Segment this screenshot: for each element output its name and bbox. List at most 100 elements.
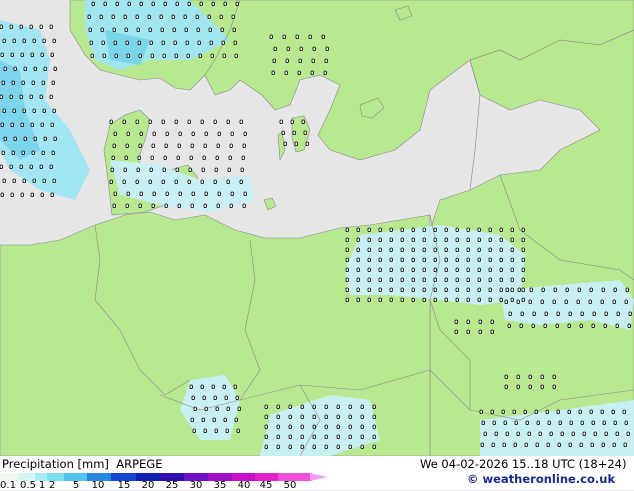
- rain-marker: [591, 323, 595, 328]
- rain-marker: [200, 179, 204, 184]
- rain-marker: [50, 122, 54, 127]
- rain-marker: [367, 247, 371, 252]
- rain-marker: [271, 70, 275, 75]
- rain-marker: [504, 384, 508, 389]
- rain-marker: [601, 442, 605, 447]
- rain-marker: [389, 247, 393, 252]
- rain-marker: [236, 428, 240, 433]
- rain-marker: [455, 277, 459, 282]
- rain-marker: [50, 52, 54, 57]
- rain-marker: [433, 257, 437, 262]
- rain-marker: [214, 428, 218, 433]
- rain-marker: [10, 192, 14, 197]
- rain-marker: [300, 404, 304, 409]
- rain-marker: [324, 404, 328, 409]
- rain-marker: [490, 319, 494, 324]
- rain-marker: [360, 444, 364, 449]
- rain-marker: [162, 167, 166, 172]
- rain-marker: [528, 374, 532, 379]
- rain-marker: [312, 404, 316, 409]
- rain-marker: [501, 409, 505, 414]
- rain-marker: [510, 257, 514, 262]
- rain-marker: [336, 404, 340, 409]
- rain-marker: [3, 136, 7, 141]
- rain-marker: [210, 53, 214, 58]
- rain-marker: [310, 70, 314, 75]
- rain-marker: [50, 192, 54, 197]
- rain-marker: [624, 299, 628, 304]
- rain-marker: [111, 14, 115, 19]
- rain-marker: [612, 299, 616, 304]
- rain-marker: [513, 442, 517, 447]
- rain-marker: [411, 287, 415, 292]
- rain-marker: [611, 409, 615, 414]
- rain-marker: [444, 297, 448, 302]
- rain-marker: [356, 297, 360, 302]
- rain-marker: [324, 424, 328, 429]
- rain-marker: [51, 150, 55, 155]
- rain-marker: [114, 53, 118, 58]
- rain-marker: [264, 414, 268, 419]
- rain-marker: [422, 277, 426, 282]
- rain-marker: [225, 428, 229, 433]
- rain-marker: [13, 136, 17, 141]
- rain-marker: [269, 34, 273, 39]
- rain-marker: [444, 227, 448, 232]
- rain-marker: [212, 417, 216, 422]
- rain-marker: [521, 237, 525, 242]
- rain-marker: [230, 191, 234, 196]
- rain-marker: [345, 277, 349, 282]
- rain-marker: [510, 237, 514, 242]
- rain-marker: [378, 237, 382, 242]
- rain-marker: [477, 267, 481, 272]
- rain-marker: [240, 167, 244, 172]
- rain-marker: [178, 191, 182, 196]
- rain-marker: [1, 150, 5, 155]
- rain-marker: [42, 178, 46, 183]
- rain-marker: [148, 179, 152, 184]
- rain-marker: [122, 119, 126, 124]
- rain-marker: [466, 247, 470, 252]
- rain-marker: [22, 108, 26, 113]
- rain-marker: [233, 384, 237, 389]
- rain-marker: [400, 247, 404, 252]
- rain-marker: [613, 420, 617, 425]
- rain-marker: [173, 40, 177, 45]
- rain-marker: [31, 150, 35, 155]
- rain-marker: [532, 311, 536, 316]
- rain-marker: [360, 424, 364, 429]
- rain-marker: [360, 404, 364, 409]
- rain-marker: [152, 131, 156, 136]
- rain-marker: [229, 203, 233, 208]
- rain-marker: [174, 53, 178, 58]
- rain-marker: [466, 319, 470, 324]
- rain-marker: [433, 237, 437, 242]
- rain-marker: [603, 323, 607, 328]
- rain-marker: [137, 40, 141, 45]
- rain-marker: [139, 191, 143, 196]
- rain-marker: [276, 404, 280, 409]
- rain-marker: [455, 297, 459, 302]
- rain-marker: [150, 53, 154, 58]
- rain-marker: [516, 374, 520, 379]
- rain-marker: [367, 287, 371, 292]
- rain-marker: [389, 237, 393, 242]
- rain-marker: [499, 277, 503, 282]
- rain-marker: [478, 319, 482, 324]
- rain-marker: [161, 179, 165, 184]
- rain-marker: [477, 297, 481, 302]
- rain-marker: [454, 319, 458, 324]
- rain-marker: [422, 247, 426, 252]
- rain-marker: [135, 119, 139, 124]
- rain-marker: [11, 80, 15, 85]
- rain-marker: [567, 409, 571, 414]
- rain-marker: [400, 267, 404, 272]
- rain-marker: [10, 122, 14, 127]
- rain-marker: [525, 420, 529, 425]
- rain-marker: [284, 70, 288, 75]
- rain-marker: [294, 141, 298, 146]
- rain-marker: [147, 14, 151, 19]
- rain-marker: [499, 227, 503, 232]
- rain-marker: [433, 287, 437, 292]
- rain-marker: [300, 424, 304, 429]
